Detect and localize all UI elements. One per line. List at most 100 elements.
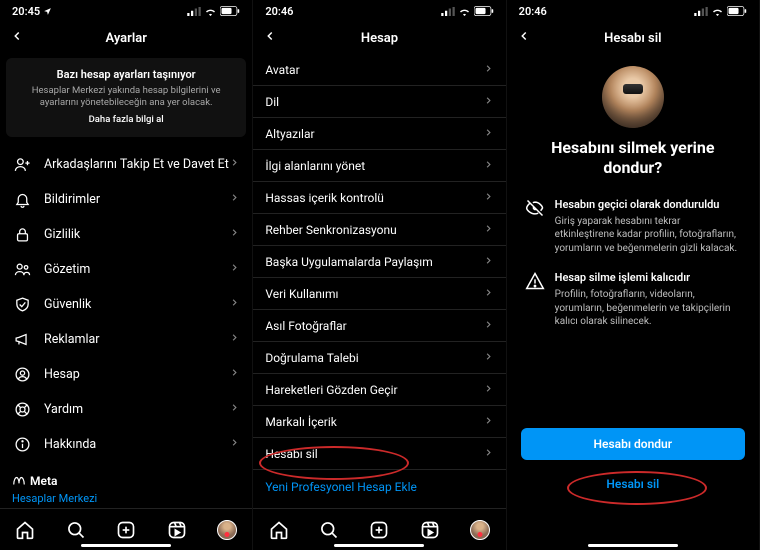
chevron-right-icon [483, 351, 494, 365]
back-button[interactable] [517, 29, 531, 47]
row-supervision[interactable]: Gözetim [0, 252, 252, 287]
deactivate-button[interactable]: Hesabı dondur [521, 428, 745, 460]
tab-home[interactable] [253, 520, 303, 540]
status-bar: 20:46 [253, 0, 505, 22]
info-freeze-text: Giriş yaparak hesabını tekrar etkinleşti… [555, 216, 737, 254]
row-sensitive-content[interactable]: Hassas içerik kontrolü [253, 182, 505, 214]
chevron-right-icon [483, 159, 494, 173]
chevron-right-icon [483, 127, 494, 141]
signal-icon [187, 7, 201, 16]
screen-delete-account: 20:46 Hesabı sil Hesabını silmek yerine … [507, 0, 760, 550]
tab-home[interactable] [0, 520, 50, 540]
row-avatar[interactable]: Avatar [253, 54, 505, 86]
row-share-other-apps[interactable]: Başka Uygulamalarda Paylaşım [253, 246, 505, 278]
header-title: Hesabı sil [604, 31, 661, 46]
row-invite-friends[interactable]: Arkadaşlarını Takip Et ve Davet Et [0, 147, 252, 182]
row-interests[interactable]: İlgi alanlarını yönet [253, 150, 505, 182]
back-button[interactable] [263, 29, 277, 47]
tab-profile[interactable] [202, 520, 252, 540]
row-language[interactable]: Dil [253, 86, 505, 118]
header: Hesap [253, 22, 505, 54]
row-account[interactable]: Hesap [0, 357, 252, 392]
tab-create[interactable] [101, 520, 151, 540]
chevron-right-icon [229, 437, 240, 451]
add-professional-account-link[interactable]: Yeni Profesyonel Hesap Ekle [253, 470, 505, 504]
row-security[interactable]: Güvenlik [0, 287, 252, 322]
back-button[interactable] [10, 29, 24, 47]
info-permanent-text: Profilin, fotoğrafların, videoların, yor… [555, 289, 731, 327]
screen-account: 20:46 Hesap Avatar Dil Altyazılar İlgi a… [253, 0, 506, 550]
chevron-right-icon [229, 332, 240, 346]
chevron-right-icon [483, 191, 494, 205]
battery-icon [220, 6, 240, 16]
row-review-activity[interactable]: Hareketleri Gözden Geçir [253, 374, 505, 406]
status-bar: 20:45 [0, 0, 252, 22]
chevron-right-icon [483, 383, 494, 397]
signal-icon [441, 7, 455, 16]
header-title: Ayarlar [105, 31, 146, 46]
info-permanent-title: Hesap silme işlemi kalıcıdır [555, 271, 741, 286]
reels-icon [167, 520, 187, 540]
row-original-photos[interactable]: Asıl Fotoğraflar [253, 310, 505, 342]
chevron-right-icon [483, 63, 494, 77]
chevron-right-icon [483, 95, 494, 109]
banner-title: Bazı hesap ayarları taşınıyor [22, 68, 230, 81]
chevron-right-icon [229, 227, 240, 241]
chevron-right-icon [483, 415, 494, 429]
row-help[interactable]: Yardım [0, 392, 252, 427]
avatar-icon [217, 520, 237, 540]
row-contact-sync[interactable]: Rehber Senkronizasyonu [253, 214, 505, 246]
chevron-right-icon [229, 157, 240, 171]
header: Hesabı sil [507, 22, 759, 54]
battery-icon [474, 6, 494, 16]
tab-profile[interactable] [455, 520, 505, 540]
lifebuoy-icon [12, 401, 32, 418]
info-freeze-title: Hesabın geçici olarak donduruldu [555, 198, 741, 213]
content-area: Bazı hesap ayarları taşınıyor Hesaplar M… [0, 54, 252, 508]
bell-icon [12, 191, 32, 208]
home-icon [269, 520, 289, 540]
delete-button[interactable]: Hesabı sil [521, 468, 745, 500]
tab-reels[interactable] [405, 520, 455, 540]
migration-banner[interactable]: Bazı hesap ayarları taşınıyor Hesaplar M… [6, 58, 246, 137]
row-delete-account[interactable]: Hesabı sil [253, 438, 505, 470]
signal-icon [694, 7, 708, 16]
action-buttons: Hesabı dondur Hesabı sil [507, 428, 759, 500]
wifi-icon [204, 7, 217, 16]
chevron-left-icon [517, 29, 531, 43]
avatar-icon [470, 520, 490, 540]
info-icon [12, 436, 32, 453]
search-icon [319, 520, 339, 540]
tab-create[interactable] [354, 520, 404, 540]
row-data-usage[interactable]: Veri Kullanımı [253, 278, 505, 310]
meta-section: Meta Hesaplar Merkezi [0, 462, 252, 508]
row-label: Gizlilik [44, 227, 229, 242]
user-circle-icon [12, 366, 32, 383]
row-label: Reklamlar [44, 332, 229, 347]
eye-off-icon [525, 198, 545, 218]
row-privacy[interactable]: Gizlilik [0, 217, 252, 252]
home-indicator [334, 544, 424, 548]
tab-search[interactable] [50, 520, 100, 540]
row-verification-request[interactable]: Doğrulama Talebi [253, 342, 505, 374]
shield-icon [12, 296, 32, 313]
chevron-right-icon [483, 255, 494, 269]
tab-search[interactable] [304, 520, 354, 540]
meta-label: Meta [30, 474, 57, 488]
row-about[interactable]: Hakkında [0, 427, 252, 462]
accounts-center-link[interactable]: Hesaplar Merkezi [12, 492, 240, 505]
banner-learn-more-link[interactable]: Daha fazla bilgi al [22, 114, 230, 125]
tab-reels[interactable] [151, 520, 201, 540]
battery-icon [727, 6, 747, 16]
row-captions[interactable]: Altyazılar [253, 118, 505, 150]
row-ads[interactable]: Reklamlar [0, 322, 252, 357]
delete-heading: Hesabını silmek yerine dondur? [507, 138, 759, 190]
row-notifications[interactable]: Bildirimler [0, 182, 252, 217]
home-indicator [81, 544, 171, 548]
info-permanent: Hesap silme işlemi kalıcıdır Profilin, f… [507, 263, 759, 336]
row-branded-content[interactable]: Markalı İçerik [253, 406, 505, 438]
lock-icon [12, 226, 32, 243]
row-label: Hesap [44, 367, 229, 382]
chevron-left-icon [10, 29, 24, 43]
people-icon [12, 261, 32, 278]
